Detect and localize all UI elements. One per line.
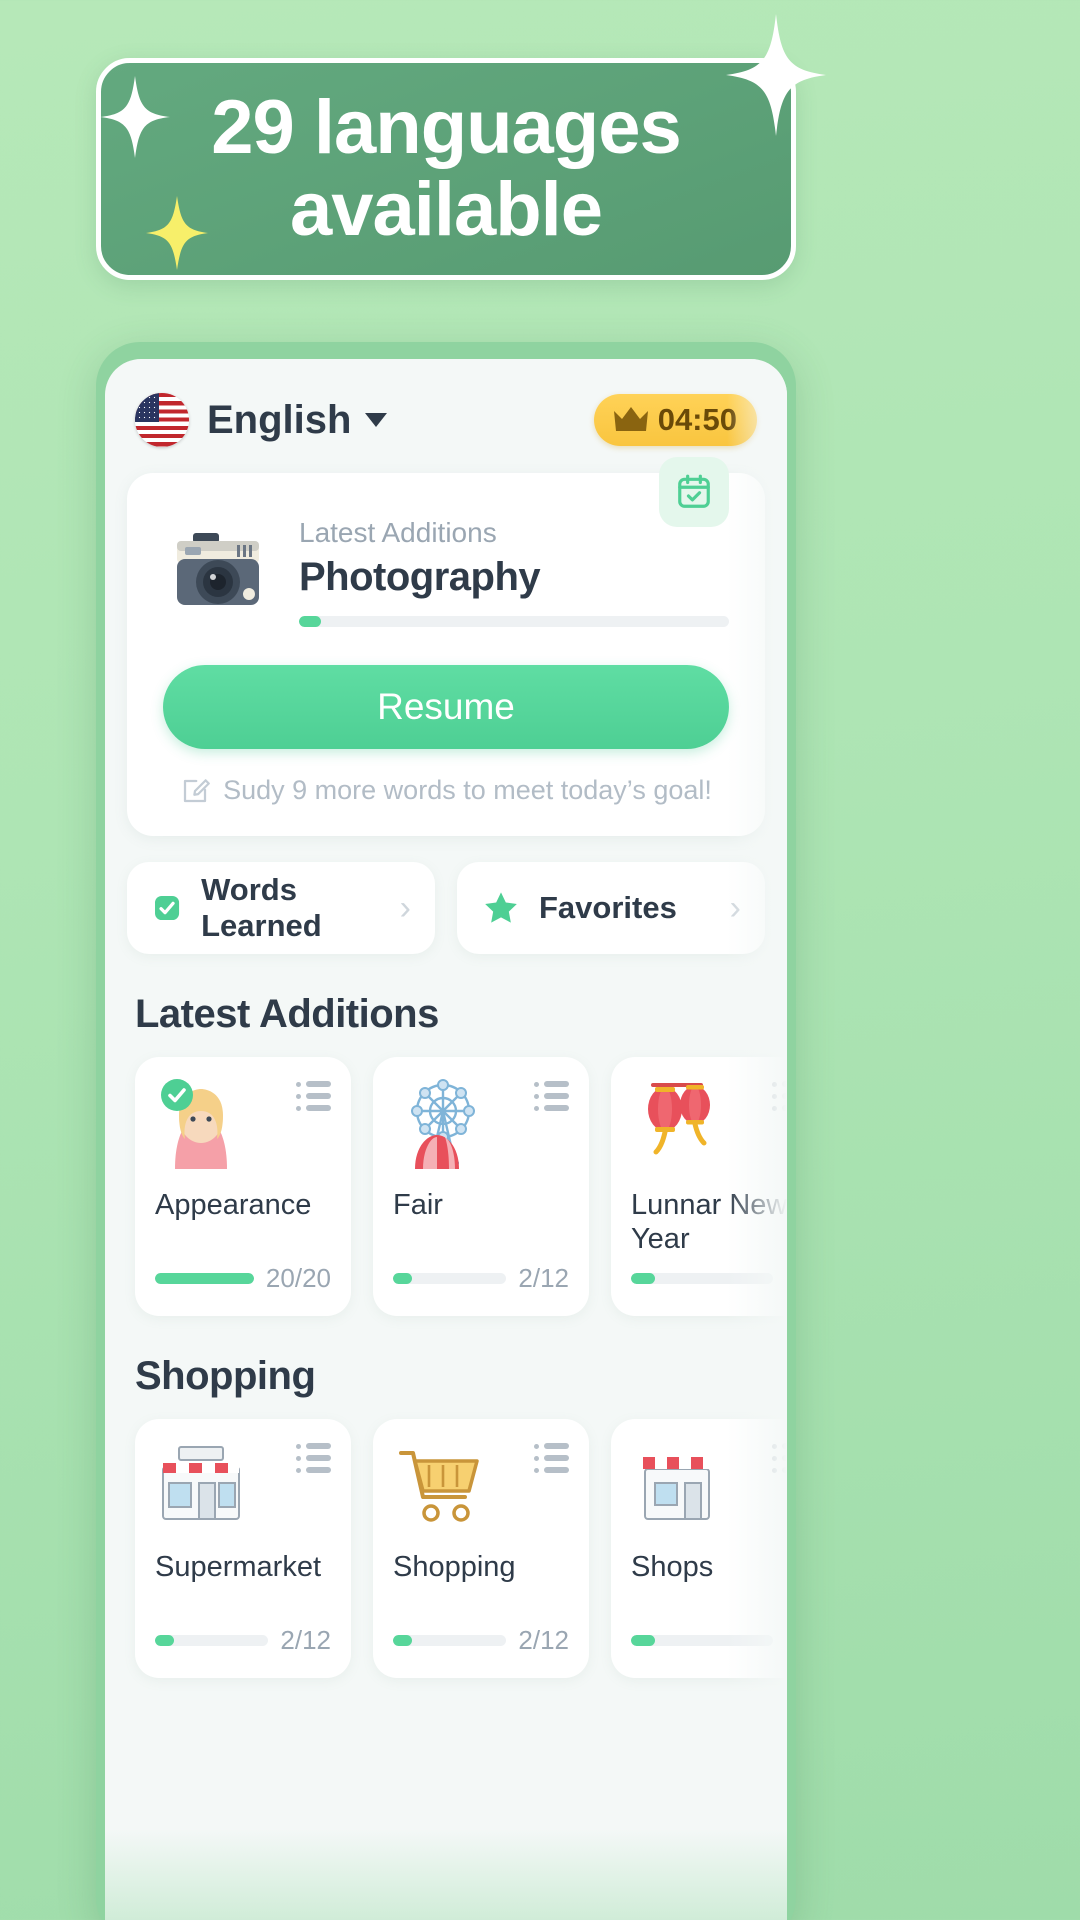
topic-card-name: Shopping xyxy=(393,1551,516,1583)
camera-icon xyxy=(177,533,259,605)
topic-card-name: Shops xyxy=(631,1551,714,1583)
topic-card-name: Appearance xyxy=(155,1189,312,1221)
topic-card-count: 20/20 xyxy=(265,1263,331,1293)
premium-timer-badge[interactable]: 04:50 xyxy=(593,394,757,446)
quick-link-label: Words Learned xyxy=(201,872,322,943)
list-icon[interactable] xyxy=(296,1077,331,1111)
supermarket-icon xyxy=(162,1446,240,1520)
section-title-shopping: Shopping xyxy=(135,1354,316,1398)
hero-progress-bar xyxy=(299,616,729,627)
topic-card[interactable]: Supermarket 2/12 xyxy=(135,1419,351,1678)
list-icon[interactable] xyxy=(534,1439,569,1473)
topic-card-count: 2/ xyxy=(785,1263,787,1294)
section-row-latest-additions[interactable]: Appearance 20/20 Fair 2/12 Lunnar New Ye… xyxy=(105,1057,787,1316)
language-selector-label[interactable]: English xyxy=(207,398,351,443)
hero-title: Photography xyxy=(299,555,541,599)
topic-card[interactable]: Shopping 2/12 xyxy=(373,1419,589,1678)
topic-card-count: 2/12 xyxy=(280,1625,331,1655)
edit-square-icon xyxy=(183,778,210,802)
topic-card-count: 2/12 xyxy=(518,1263,569,1293)
topic-card[interactable]: Shops 2/ xyxy=(611,1419,787,1678)
chevron-right-icon[interactable]: › xyxy=(730,891,741,925)
checkbox-checked-icon xyxy=(155,895,180,921)
resume-button[interactable]: Resume xyxy=(163,665,729,749)
topic-card[interactable]: Appearance 20/20 xyxy=(135,1057,351,1316)
headline-line-2: available xyxy=(289,167,603,252)
headline-banner-box: 29 languages available xyxy=(96,58,796,280)
daily-goal-text: Sudy 9 more words to meet today’s goal! xyxy=(223,775,712,805)
current-lesson-card[interactable]: Latest Additions Photography Resume Sudy… xyxy=(127,457,765,836)
app-topbar: English 04:50 xyxy=(105,359,787,465)
list-icon[interactable] xyxy=(772,1439,787,1473)
topic-card[interactable]: Lunnar New Year 2/ xyxy=(611,1057,787,1316)
quick-link-favorites[interactable]: Favorites › xyxy=(457,862,765,954)
calendar-check-icon[interactable] xyxy=(659,457,729,527)
topic-card-name: Supermarket xyxy=(155,1551,322,1583)
bottom-edge-fade xyxy=(105,1829,787,1920)
topic-card[interactable]: Fair 2/12 xyxy=(373,1057,589,1316)
ferris-wheel-icon xyxy=(411,1079,475,1169)
section-row-shopping[interactable]: Supermarket 2/12 Shopping 2/12 Shops xyxy=(105,1419,787,1678)
phone-screen: English 04:50 Latest Additions Photograp… xyxy=(105,359,787,1920)
headline-banner: 29 languages available xyxy=(96,58,796,280)
cart-icon xyxy=(399,1451,479,1522)
chevron-right-icon[interactable]: › xyxy=(400,891,411,925)
daily-goal-row: Sudy 9 more words to meet today’s goal! xyxy=(163,775,729,806)
list-icon[interactable] xyxy=(772,1077,787,1111)
quick-link-words-learned[interactable]: Words Learned › xyxy=(127,862,435,954)
topic-card-name: Lunnar New Year xyxy=(631,1189,787,1255)
chevron-down-icon[interactable] xyxy=(365,413,388,427)
list-icon[interactable] xyxy=(296,1439,331,1473)
headline-line-1: 29 languages xyxy=(211,84,682,170)
topic-card-count: 2/12 xyxy=(518,1625,569,1655)
crown-icon xyxy=(613,407,648,431)
person-face-icon xyxy=(161,1079,227,1169)
phone-frame: English 04:50 Latest Additions Photograp… xyxy=(96,342,796,1920)
quick-links-row: Words Learned › Favorites › xyxy=(127,862,765,954)
quick-link-label: Favorites xyxy=(539,890,677,925)
topic-card-name: Fair xyxy=(393,1189,443,1221)
timer-value: 04:50 xyxy=(657,402,737,437)
list-icon[interactable] xyxy=(534,1077,569,1111)
topic-card-count: 2/ xyxy=(785,1625,787,1656)
star-icon xyxy=(485,892,517,923)
section-title-latest-additions: Latest Additions xyxy=(135,992,439,1036)
shop-icon xyxy=(643,1457,711,1520)
us-flag-icon xyxy=(135,393,189,447)
lanterns-icon xyxy=(648,1083,710,1155)
headline-text: 29 languages available xyxy=(171,84,721,252)
